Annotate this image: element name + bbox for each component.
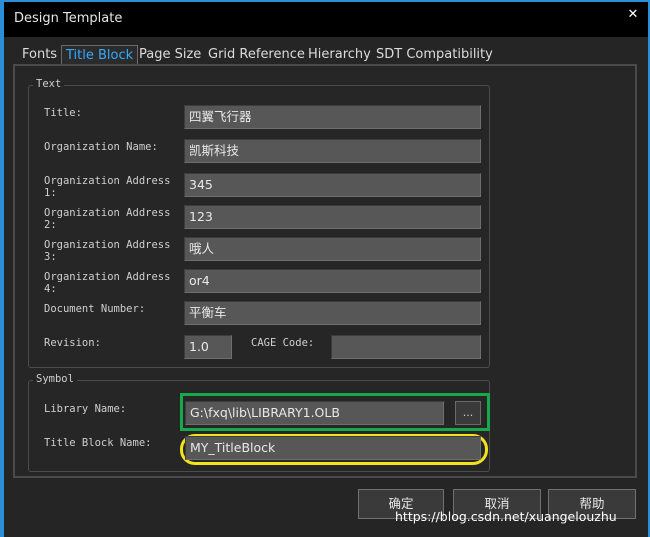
library-name-field[interactable]: G:\fxq\lib\LIBRARY1.OLB bbox=[185, 401, 444, 425]
cage-code-field[interactable] bbox=[331, 335, 481, 359]
revision-field[interactable]: 1.0 bbox=[184, 335, 232, 359]
dialog-title: Design Template bbox=[14, 11, 123, 26]
organization-address-2-label: Organization Address 2: bbox=[44, 207, 171, 231]
title-block-name-field[interactable]: MY_TitleBlock bbox=[185, 436, 481, 460]
revision-label: Revision: bbox=[44, 337, 101, 349]
organization-address-2-field[interactable]: 123 bbox=[184, 205, 481, 229]
organization-address-3-field[interactable]: 哦人 bbox=[184, 237, 481, 261]
watermark-url: https://blog.csdn.net/xuangelouzhu bbox=[395, 509, 617, 524]
close-icon[interactable]: ✕ bbox=[624, 6, 642, 24]
organization-address-4-field[interactable]: or4 bbox=[184, 269, 481, 293]
organization-name-field[interactable]: 凯斯科技 bbox=[184, 139, 481, 163]
symbol-group-legend: Symbol bbox=[33, 373, 77, 385]
title-bar: Design Template ✕ bbox=[4, 2, 648, 37]
organization-name-label: Organization Name: bbox=[44, 141, 158, 153]
organization-address-1-label: Organization Address 1: bbox=[44, 175, 171, 199]
title-label: Title: bbox=[44, 107, 82, 119]
cage-code-label: CAGE Code: bbox=[251, 337, 315, 349]
organization-address-1-field[interactable]: 345 bbox=[184, 173, 481, 197]
document-number-label: Document Number: bbox=[44, 303, 146, 315]
browse-button[interactable]: ... bbox=[455, 401, 481, 425]
organization-address-4-label: Organization Address 4: bbox=[44, 271, 171, 295]
title-field[interactable]: 四翼飞行器 bbox=[184, 105, 481, 129]
document-number-field[interactable]: 平衡车 bbox=[184, 301, 481, 325]
organization-address-3-label: Organization Address 3: bbox=[44, 239, 171, 263]
title-block-name-label: Title Block Name: bbox=[44, 437, 152, 449]
library-name-label: Library Name: bbox=[44, 403, 127, 415]
text-group-legend: Text bbox=[33, 78, 65, 90]
